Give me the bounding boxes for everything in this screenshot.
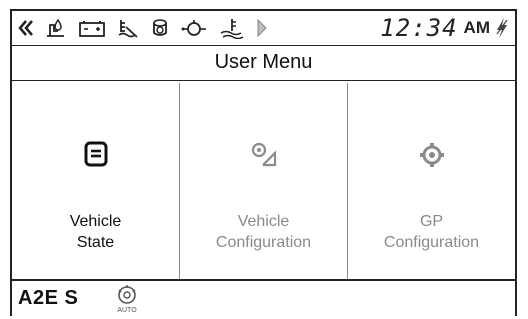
air-filter-icon bbox=[153, 19, 167, 36]
tile-label-vehicle-configuration: Vehicle Configuration bbox=[215, 213, 312, 251]
coolant-temp-icon bbox=[220, 19, 244, 39]
clock-time: 12:34 bbox=[380, 14, 458, 42]
gear-mode-indicator: A2E S bbox=[18, 287, 79, 309]
coolant-level-icon bbox=[118, 20, 138, 38]
water-in-fuel-icon bbox=[47, 18, 64, 37]
engine-icon bbox=[181, 20, 206, 36]
vehicle-config-icon bbox=[251, 142, 276, 167]
tile-vehicle-configuration[interactable]: Vehicle Configuration bbox=[180, 83, 348, 279]
gear-icon bbox=[419, 143, 444, 167]
page-title: User Menu bbox=[12, 46, 515, 81]
tile-label-vehicle-state: Vehicle State bbox=[69, 213, 122, 251]
display-frame: 12:34 AM User Menu Vehicle State Vehicle… bbox=[10, 9, 517, 316]
auto-gear-icon: AUTO bbox=[117, 285, 137, 314]
menu-grid: Vehicle State Vehicle Configuration GP C… bbox=[12, 83, 515, 279]
tile-label-gp-configuration: GP Configuration bbox=[383, 213, 480, 251]
status-bar: 12:34 AM bbox=[12, 11, 515, 46]
status-icons bbox=[18, 16, 278, 40]
tile-gp-configuration[interactable]: GP Configuration bbox=[348, 83, 515, 279]
document-icon bbox=[84, 141, 107, 167]
chevron-left-icon[interactable] bbox=[18, 17, 34, 39]
clock: 12:34 AM bbox=[380, 14, 509, 42]
footer-status: A2E S AUTO bbox=[12, 279, 515, 319]
clock-am-pm: AM bbox=[463, 18, 490, 37]
auto-label: AUTO bbox=[117, 307, 137, 314]
lightning-icon bbox=[496, 18, 508, 38]
tile-vehicle-state[interactable]: Vehicle State bbox=[12, 83, 180, 279]
chevron-right-icon[interactable] bbox=[256, 17, 268, 39]
battery-icon bbox=[79, 21, 105, 37]
